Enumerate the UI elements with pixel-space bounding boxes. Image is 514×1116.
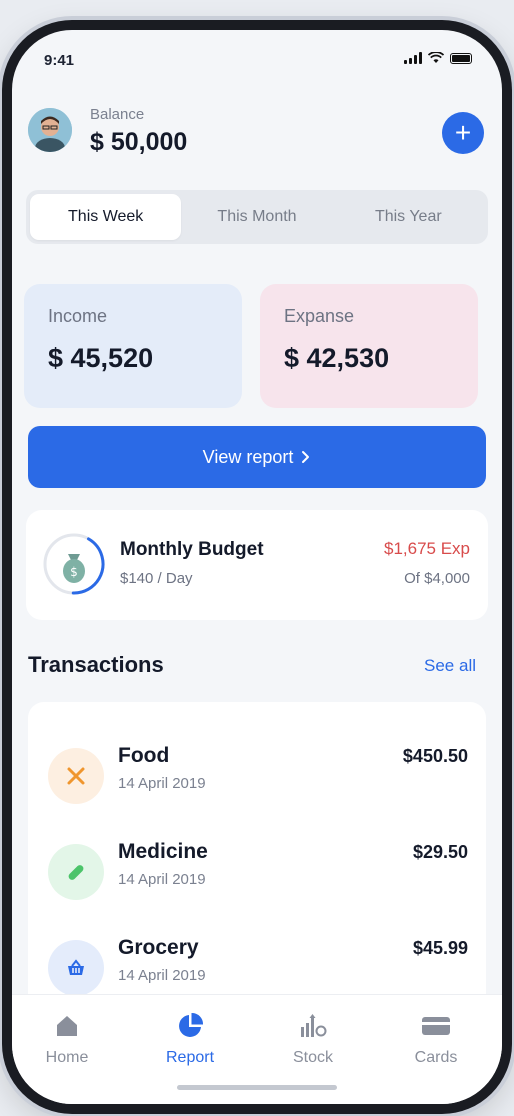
tab-report[interactable]: Report bbox=[145, 1011, 235, 1067]
tab-label: Stock bbox=[292, 1049, 333, 1066]
basket-icon bbox=[48, 940, 104, 996]
battery-icon bbox=[450, 52, 472, 64]
transaction-amount: $29.50 bbox=[412, 842, 468, 862]
svg-text:$: $ bbox=[70, 565, 78, 579]
period-tabs: This Week This Month This Year bbox=[26, 190, 488, 244]
transaction-amount: $45.99 bbox=[412, 938, 468, 958]
avatar[interactable] bbox=[28, 108, 72, 152]
transactions-list: Food 14 April 2019 $450.50 Medicine 14 A… bbox=[28, 702, 486, 1032]
signal-icon bbox=[404, 52, 422, 64]
budget-expense: $1,675 Exp bbox=[383, 539, 470, 558]
pill-icon bbox=[48, 844, 104, 900]
expense-card[interactable]: Expanse $ 42,530 bbox=[260, 284, 478, 408]
list-item[interactable]: Grocery 14 April 2019 $45.99 bbox=[28, 932, 486, 1002]
tab-this-year[interactable]: This Year bbox=[333, 194, 484, 240]
tab-home[interactable]: Home bbox=[22, 1011, 112, 1067]
transaction-date: 14 April 2019 bbox=[118, 775, 206, 792]
pie-chart-icon bbox=[145, 1011, 235, 1041]
transaction-amount: $450.50 bbox=[402, 746, 468, 766]
expense-label: Expanse bbox=[284, 306, 355, 326]
home-indicator bbox=[177, 1085, 337, 1090]
card-icon bbox=[391, 1011, 481, 1041]
transaction-name: Grocery bbox=[118, 936, 199, 959]
budget-per-day: $140 / Day bbox=[120, 570, 193, 587]
income-card[interactable]: Income $ 45,520 bbox=[24, 284, 242, 408]
transaction-date: 14 April 2019 bbox=[118, 967, 206, 984]
utensils-icon bbox=[48, 748, 104, 804]
transaction-name: Food bbox=[118, 744, 170, 767]
add-button[interactable]: + bbox=[442, 112, 484, 154]
home-icon bbox=[22, 1011, 112, 1041]
stock-icon bbox=[268, 1011, 358, 1041]
status-bar: 9:41 bbox=[12, 30, 502, 80]
tab-this-month[interactable]: This Month bbox=[181, 194, 332, 240]
income-value: $ 45,520 bbox=[48, 343, 154, 373]
tab-stock[interactable]: Stock bbox=[268, 1011, 358, 1067]
tab-this-week[interactable]: This Week bbox=[30, 194, 182, 240]
budget-title: Monthly Budget bbox=[120, 539, 264, 560]
tab-label: Cards bbox=[414, 1049, 458, 1066]
phone-frame: 9:41 Balance $ 50,000 + This Week This M… bbox=[2, 20, 512, 1114]
chevron-right-icon bbox=[302, 451, 310, 463]
view-report-button[interactable]: View report bbox=[28, 426, 486, 488]
see-all-link[interactable]: See all bbox=[424, 656, 476, 676]
plus-icon: + bbox=[454, 117, 472, 148]
expense-value: $ 42,530 bbox=[284, 343, 390, 373]
transaction-name: Medicine bbox=[118, 840, 208, 863]
status-icons bbox=[404, 52, 472, 64]
tab-cards[interactable]: Cards bbox=[391, 1011, 481, 1067]
balance-value: $ 50,000 bbox=[90, 128, 188, 156]
monthly-budget-card[interactable]: $ Monthly Budget $140 / Day $1,675 Exp O… bbox=[26, 510, 488, 620]
status-time: 9:41 bbox=[44, 52, 75, 69]
list-item[interactable]: Medicine 14 April 2019 $29.50 bbox=[28, 836, 486, 906]
budget-progress-ring: $ bbox=[43, 533, 105, 595]
balance-label: Balance bbox=[90, 106, 145, 123]
list-item[interactable]: Food 14 April 2019 $450.50 bbox=[28, 740, 486, 810]
bottom-tab-bar: Home Report Stock Cards bbox=[12, 994, 502, 1104]
budget-total: Of $4,000 bbox=[404, 570, 470, 587]
view-report-label: View report bbox=[202, 446, 294, 467]
transaction-date: 14 April 2019 bbox=[118, 871, 206, 888]
income-label: Income bbox=[48, 306, 108, 326]
wifi-icon bbox=[428, 52, 444, 63]
tab-label: Home bbox=[45, 1049, 89, 1066]
transactions-title: Transactions bbox=[28, 652, 164, 677]
app-screen: 9:41 Balance $ 50,000 + This Week This M… bbox=[12, 30, 502, 1104]
tab-label: Report bbox=[165, 1049, 215, 1066]
